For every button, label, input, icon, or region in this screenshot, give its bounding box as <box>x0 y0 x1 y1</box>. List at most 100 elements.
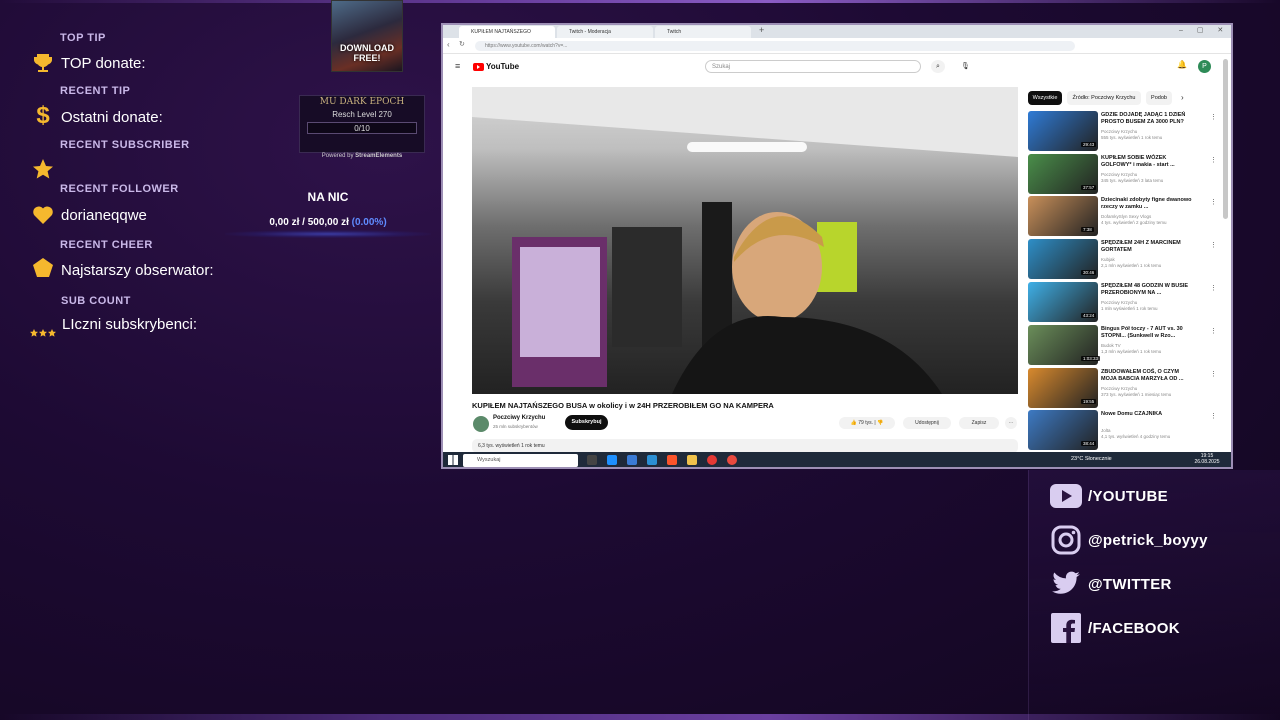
suggested-title: Nowe Domu CZAJNIKA <box>1101 411 1163 417</box>
store-icon[interactable] <box>627 455 637 465</box>
save-button[interactable]: Zapisz <box>959 417 999 429</box>
level-widget: MU DARK EPOCH Resch Level 270 0/10 <box>299 95 425 153</box>
suggested-duration: 38:44 <box>1081 441 1097 446</box>
powered-brand: StreamElements <box>355 153 403 159</box>
more-vertical-icon[interactable]: ⋮ <box>1210 284 1217 292</box>
suggested-video[interactable]: 19:55 ZBUDOWAŁEM COŚ, O CZYM MOJA BABCIA … <box>1028 368 1218 408</box>
suggested-meta: Poczciwy Krzychu 1 mln wyświetleń 1 rok t… <box>1101 300 1196 312</box>
chip-similar[interactable]: Podob <box>1146 91 1172 105</box>
url-input[interactable]: https://www.youtube.com/watch?v=... <box>475 41 1075 51</box>
mic-icon[interactable]: 🎙 <box>959 60 972 73</box>
chevron-right-icon[interactable]: › <box>1181 93 1184 102</box>
goal-current: 0,00 zł <box>269 217 300 228</box>
more-vertical-icon[interactable]: ⋮ <box>1210 156 1217 164</box>
suggested-meta: Kubjak 2,1 mln wyświetleń 1 rok temu <box>1101 257 1196 269</box>
share-button[interactable]: Udostępnij <box>903 417 951 429</box>
suggested-channel: DofamkySlyn Sexy Vlogs <box>1101 214 1152 219</box>
social-link-twitter[interactable]: @TWITTER <box>1050 568 1172 600</box>
edge-icon[interactable] <box>607 455 617 465</box>
window-controls-icon[interactable]: – ▢ ✕ <box>1179 26 1229 34</box>
recent-tip-value: Ostatni donate: <box>61 109 163 126</box>
game-thumbnail: DOWNLOAD FREE! <box>331 0 403 72</box>
suggested-title: KUPIŁEM SOBIE WÓZEK GOLFOWY* i makia - s… <box>1101 155 1175 168</box>
suggested-channel: Poczciwy Krzychu <box>1101 172 1138 177</box>
description-box[interactable]: 6,3 tys. wyświetleń 1 rok temu <box>472 439 1018 453</box>
suggested-video[interactable]: 37:57 KUPIŁEM SOBIE WÓZEK GOLFOWY* i maki… <box>1028 154 1218 194</box>
channel-name[interactable]: Poczciwy Krzychu <box>493 415 545 421</box>
video-player[interactable] <box>472 87 1018 394</box>
tab-twitch[interactable]: Twitch <box>655 26 751 38</box>
search-icon[interactable]: ⌕ <box>931 60 945 73</box>
clock[interactable]: 19:15 26.08.2025 <box>1191 453 1223 465</box>
social-label: /YOUTUBE <box>1088 487 1168 505</box>
suggested-meta: DofamkySlyn Sexy Vlogs 4 tys. wyświetleń … <box>1101 214 1196 226</box>
more-vertical-icon[interactable]: ⋮ <box>1210 113 1217 121</box>
youtube-icon <box>1050 480 1082 512</box>
mail-icon[interactable] <box>647 455 657 465</box>
more-vertical-icon[interactable]: ⋮ <box>1210 412 1217 420</box>
more-options-icon[interactable]: ⋯ <box>1005 417 1017 429</box>
suggested-video[interactable]: 29:43 GDZIE DOJADĘ JADĄC 1 DZIEŃ PROSTO B… <box>1028 111 1218 151</box>
chrome-icon[interactable] <box>727 455 737 465</box>
stars-icon <box>30 318 56 344</box>
tab-twitch-moderation[interactable]: Twitch - Moderacja <box>557 26 653 38</box>
channel-avatar[interactable] <box>473 416 489 432</box>
folder-icon[interactable] <box>687 455 697 465</box>
suggested-views: 555 tys. wyświetleń 1 rok temu <box>1101 135 1163 140</box>
heart-icon <box>30 202 56 228</box>
new-tab-icon[interactable]: + <box>759 25 764 35</box>
dollar-icon: $ <box>36 102 50 129</box>
suggested-views: 4 tys. wyświetleń 2 godziny temu <box>1101 220 1167 225</box>
social-label: @TWITTER <box>1088 575 1172 593</box>
weather-text[interactable]: 23°C Słonecznie <box>1071 456 1112 462</box>
goal-target: 500,00 zł <box>307 217 349 228</box>
trophy-icon <box>30 50 56 76</box>
more-vertical-icon[interactable]: ⋮ <box>1210 241 1217 249</box>
like-button[interactable]: 👍 79 tys. | 👎 <box>839 417 895 429</box>
social-label: @petrick_boyyy <box>1088 531 1208 549</box>
social-link-instagram[interactable]: @petrick_boyyy <box>1050 524 1208 556</box>
suggested-title: GDZIE DOJADĘ JADĄC 1 DZIEŃ PROSTO BUSEM … <box>1101 112 1186 125</box>
taskbar-search-input[interactable]: Wyszukaj <box>463 454 578 467</box>
bell-icon[interactable]: 🔔 <box>1177 60 1187 70</box>
suggested-video[interactable]: 43:24 SPĘDZIŁEM 48 GODZIN W BUSIE PRZEROB… <box>1028 282 1218 322</box>
menu-icon[interactable]: ≡ <box>455 61 460 71</box>
tab-label: Twitch <box>667 29 682 35</box>
suggested-duration: 19:55 <box>1081 399 1097 404</box>
scrollbar[interactable] <box>1223 59 1228 219</box>
social-link-facebook[interactable]: /FACEBOOK <box>1050 612 1180 644</box>
task-view-icon[interactable] <box>587 455 597 465</box>
opera-icon[interactable] <box>707 455 717 465</box>
suggested-views: 1,3 mln wyświetleń 1 rok temu <box>1101 349 1162 354</box>
suggested-video[interactable]: 30:46 SPĘDZIŁEM 24H Z MARCINEM GORTATEM Ku… <box>1028 239 1218 279</box>
brave-icon[interactable] <box>667 455 677 465</box>
back-icon[interactable]: ‹ <box>447 40 450 49</box>
tab-youtube[interactable]: KUPIŁEM NAJTAŃSZEGO <box>459 26 555 38</box>
suggested-duration: 43:24 <box>1081 313 1097 318</box>
suggested-video[interactable]: 7:38 Dziecinaki zdobyty figne dwanowo rze… <box>1028 196 1218 236</box>
suggested-video[interactable]: 1:03:33 Bingus Pół toczy - 7 AUT vs. 30 S… <box>1028 325 1218 365</box>
suggested-channel: Kubjak <box>1101 257 1115 262</box>
star-icon <box>30 156 56 182</box>
windows-start-icon[interactable] <box>448 455 458 465</box>
more-vertical-icon[interactable]: ⋮ <box>1210 198 1217 206</box>
youtube-logo[interactable]: YouTube <box>473 62 519 71</box>
chip-all[interactable]: Wszystkie <box>1028 91 1062 105</box>
suggested-video[interactable]: 38:44 Nowe Domu CZAJNIKA Jolta 4,1 tys. wyś… <box>1028 410 1218 450</box>
twitter-icon <box>1050 568 1082 600</box>
youtube-search-input[interactable]: Szukaj <box>705 60 921 73</box>
reload-icon[interactable]: ↻ <box>459 40 465 48</box>
channel-subscribers: 25 mln subskrybentów <box>493 424 538 429</box>
more-vertical-icon[interactable]: ⋮ <box>1210 370 1217 378</box>
subscribe-button[interactable]: Subskrybuj <box>565 415 608 430</box>
social-link-youtube[interactable]: /YOUTUBE <box>1050 480 1168 512</box>
game-logo: MU DARK EPOCH <box>319 97 405 107</box>
suggested-channel: Budok TV <box>1101 343 1121 348</box>
recent-cheer-label: RECENT CHEER <box>60 239 153 251</box>
goal-percent: (0.00%) <box>351 217 387 228</box>
suggested-meta: Jolta 4,1 tys. wyświetleń 4 godziny temu <box>1101 428 1196 440</box>
powered-by: Powered by StreamElements <box>299 153 425 159</box>
more-vertical-icon[interactable]: ⋮ <box>1210 327 1217 335</box>
avatar[interactable]: P <box>1198 60 1211 73</box>
chip-source[interactable]: Źródło: Poczciwy Krzychu <box>1067 91 1141 105</box>
